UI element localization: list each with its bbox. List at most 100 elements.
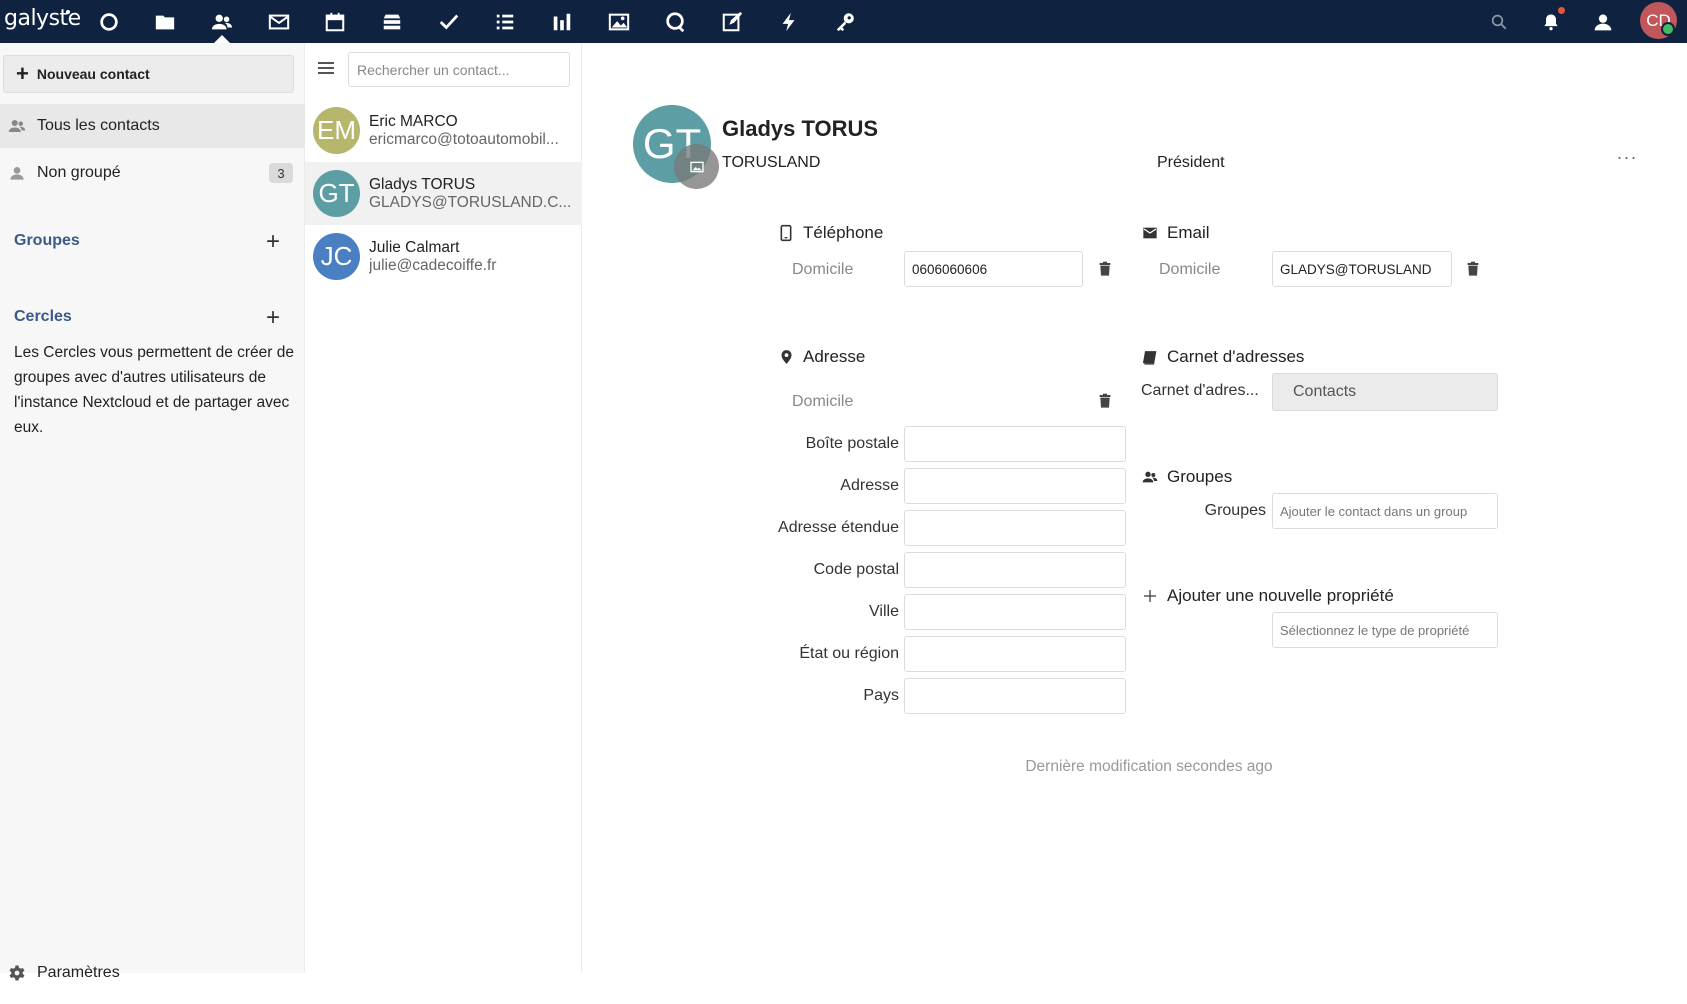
dashboard-icon[interactable] [92, 5, 126, 39]
new-contact-label: Nouveau contact [36, 66, 150, 82]
image-icon [689, 161, 704, 172]
add-circle-icon[interactable]: + [262, 306, 284, 330]
groups-heading-label: Groupes [1167, 467, 1233, 486]
contacts-icon[interactable] [205, 5, 239, 39]
photos-icon[interactable] [602, 5, 636, 39]
change-photo-button[interactable] [674, 144, 719, 189]
contact-row[interactable]: EM Eric MARCO ericmarco@totoautomobil... [305, 99, 582, 162]
plus-icon: + [16, 61, 29, 86]
groups-label: Groupes [1204, 502, 1266, 519]
region-input[interactable] [904, 636, 1126, 672]
delete-phone-icon[interactable] [1096, 259, 1114, 279]
postal-code-input[interactable] [904, 552, 1126, 588]
addressbook-select[interactable]: Contacts [1272, 373, 1498, 411]
contact-email: ericmarco@totoautomobil... [369, 130, 559, 148]
left-navigation: + Nouveau contact Tous les contacts Non … [0, 43, 305, 981]
circles-description: Les Cercles vous permettent de créer de … [14, 344, 294, 436]
nav-ungrouped[interactable]: Non groupé [0, 151, 305, 195]
search-icon[interactable] [1482, 5, 1516, 39]
ungrouped-count-badge: 3 [269, 163, 293, 183]
po-box-label: Boîte postale [805, 435, 899, 452]
passwords-icon[interactable] [829, 5, 863, 39]
email-input[interactable] [1272, 251, 1452, 287]
contact-row[interactable]: JC Julie Calmart julie@cadecoiffe.fr [305, 225, 582, 288]
delete-email-icon[interactable] [1464, 259, 1482, 279]
settings-button[interactable]: Paramètres [0, 951, 305, 995]
contact-avatar: GT [313, 170, 360, 217]
addressbook-heading: Carnet d'adresses [1141, 347, 1304, 367]
addressbook-label: Carnet d'adres... [1141, 382, 1259, 399]
contact-email: GLADYS@TORUSLAND.C... [369, 193, 572, 211]
phone-type[interactable]: Domicile [792, 261, 853, 279]
contact-job-title[interactable]: Président [1157, 154, 1225, 172]
list-icon[interactable] [488, 5, 522, 39]
person-icon [8, 164, 26, 182]
address-type[interactable]: Domicile [792, 393, 853, 411]
last-modified-text: Dernière modification secondes ago [1025, 758, 1273, 775]
mail-icon[interactable] [262, 5, 296, 39]
extended-address-input[interactable] [904, 510, 1126, 546]
new-property-heading: Ajouter une nouvelle propriété [1141, 586, 1394, 606]
phone-icon [777, 224, 795, 242]
region-label: État ou région [799, 645, 899, 662]
settings-label: Paramètres [37, 964, 120, 981]
addressbook-value: Contacts [1293, 383, 1357, 400]
deck-icon[interactable] [375, 5, 409, 39]
mail-icon [1141, 224, 1159, 242]
contact-detail: GT Gladys TORUS TORUSLAND Président ··· … [583, 43, 1687, 973]
tasks-icon[interactable] [432, 5, 466, 39]
nav-all-contacts-label: Tous les contacts [37, 117, 160, 134]
street-label: Adresse [840, 477, 899, 494]
country-input[interactable] [904, 678, 1126, 714]
address-heading: Adresse [777, 347, 865, 367]
contact-row-selected[interactable]: GT Gladys TORUS GLADYS@TORUSLAND.C... [305, 162, 582, 225]
email-type[interactable]: Domicile [1159, 261, 1220, 279]
active-app-caret [214, 35, 230, 43]
add-group-icon[interactable]: + [262, 230, 284, 254]
top-bar: galyste CD [0, 0, 1687, 43]
circles-section-title: Cercles [14, 308, 72, 325]
email-heading: Email [1141, 223, 1210, 243]
address-heading-label: Adresse [803, 347, 866, 366]
email-heading-label: Email [1167, 223, 1210, 242]
contact-list: EM Eric MARCO ericmarco@totoautomobil...… [305, 43, 582, 973]
talk-icon[interactable] [658, 5, 692, 39]
property-type-select[interactable] [1272, 612, 1498, 648]
contact-organization[interactable]: TORUSLAND [722, 154, 820, 172]
phone-input[interactable] [904, 251, 1083, 287]
hamburger-menu-icon[interactable] [315, 57, 337, 79]
contact-full-name[interactable]: Gladys TORUS [722, 116, 878, 142]
search-contact-input[interactable] [348, 52, 570, 87]
street-input[interactable] [904, 468, 1126, 504]
groups-input[interactable] [1272, 493, 1498, 529]
nav-ungrouped-label: Non groupé [37, 164, 121, 181]
groups-heading: Groupes [1141, 467, 1232, 487]
people-icon [8, 117, 26, 135]
calendar-icon[interactable] [318, 5, 352, 39]
activity-icon[interactable] [772, 5, 806, 39]
nav-all-contacts[interactable]: Tous les contacts [0, 104, 305, 148]
notification-dot [1558, 7, 1565, 14]
gear-icon [8, 964, 26, 982]
files-icon[interactable] [148, 5, 182, 39]
po-box-input[interactable] [904, 426, 1126, 462]
contacts-menu-icon[interactable] [1586, 5, 1620, 39]
contact-name: Julie Calmart [369, 238, 460, 256]
city-label: Ville [869, 603, 899, 620]
postal-code-label: Code postal [813, 561, 899, 578]
groups-section-title: Groupes [14, 232, 80, 249]
new-contact-button[interactable]: + Nouveau contact [3, 55, 294, 93]
location-pin-icon [777, 348, 795, 366]
contact-avatar: EM [313, 107, 360, 154]
people-icon [1141, 468, 1159, 486]
city-input[interactable] [904, 594, 1126, 630]
contact-email: julie@cadecoiffe.fr [369, 256, 497, 274]
app-logo[interactable]: galyste [4, 4, 81, 38]
analytics-icon[interactable] [545, 5, 579, 39]
new-property-heading-label: Ajouter une nouvelle propriété [1167, 586, 1394, 605]
delete-address-icon[interactable] [1096, 391, 1114, 411]
plus-icon [1141, 587, 1159, 605]
more-actions-icon[interactable]: ··· [1613, 147, 1641, 169]
logo-dot [66, 10, 70, 14]
notes-icon[interactable] [715, 5, 749, 39]
